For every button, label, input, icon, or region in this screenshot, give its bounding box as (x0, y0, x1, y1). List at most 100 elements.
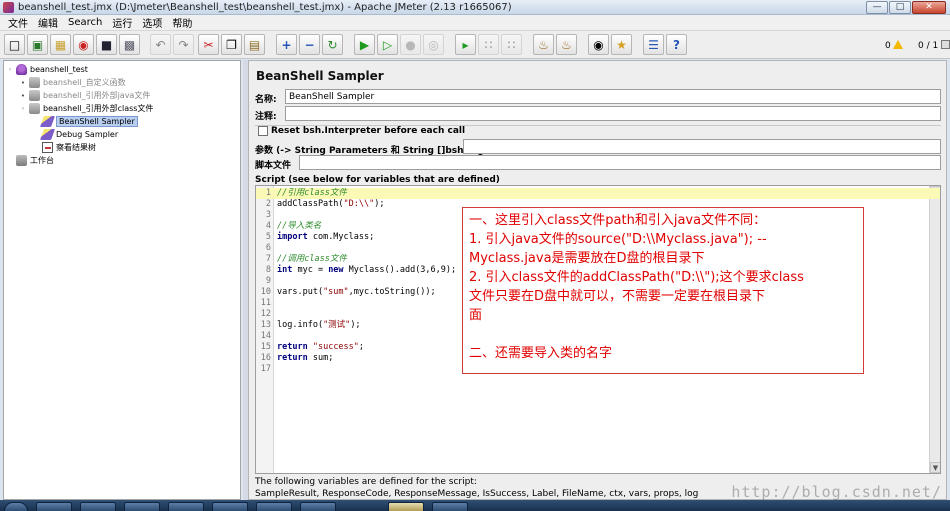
tree-node-label: beanshell_引用外部java文件 (43, 91, 151, 100)
name-field[interactable]: BeanShell Sampler (285, 89, 941, 104)
maximize-button[interactable]: □ (889, 1, 911, 14)
tree-node-label: 察看结果树 (56, 143, 96, 152)
comment-label: 注释: (255, 112, 277, 122)
redo-icon[interactable]: ↷ (173, 34, 194, 55)
remote-stop-icon[interactable]: ∷ (478, 34, 499, 55)
paste-icon[interactable]: ▤ (244, 34, 265, 55)
close-button[interactable]: ✕ (912, 1, 946, 14)
line-number: 8 (265, 265, 271, 275)
tree-node[interactable]: 察看结果树 (32, 141, 96, 154)
start-button[interactable] (4, 502, 28, 511)
annotation-line: 文件只要在D盘中就可以，不需要一定要在根目录下 (469, 289, 766, 304)
taskbar-item[interactable] (36, 502, 72, 511)
menu-search[interactable]: Search (63, 17, 107, 28)
tree-node-label: beanshell_test (30, 65, 88, 74)
tree-node-label: BeanShell Sampler (56, 116, 138, 127)
tree-node[interactable]: Debug Sampler (32, 128, 118, 141)
tree-toggle-icon[interactable]: • (19, 79, 27, 87)
minimize-button[interactable]: — (866, 1, 888, 14)
code-text: return sum; (277, 353, 334, 363)
tree-node[interactable]: • beanshell_自定义函数 (19, 76, 126, 89)
menu-edit[interactable]: 编辑 (33, 15, 63, 30)
script-editor[interactable]: ▲ ▼ 1//引用class文件2addClassPath("D:\\");34… (255, 185, 941, 474)
copy-icon[interactable]: ❐ (221, 34, 242, 55)
menu-file[interactable]: 文件 (3, 15, 33, 30)
taskbar-item[interactable] (212, 502, 248, 511)
tree-node[interactable]: ◦ beanshell_test (6, 63, 88, 76)
tree-node[interactable]: BeanShell Sampler (32, 115, 138, 128)
taskbar-item-jmeter[interactable] (388, 502, 424, 511)
menu-options[interactable]: 选项 (137, 15, 167, 30)
cut-icon[interactable]: ✂ (198, 34, 219, 55)
new-icon[interactable]: □ (4, 34, 25, 55)
line-number: 16 (260, 353, 271, 363)
close-icon[interactable]: ◉ (73, 34, 94, 55)
templates-icon[interactable]: ▣ (27, 34, 48, 55)
search-icon[interactable]: ◉ (588, 34, 609, 55)
warning-icon[interactable] (892, 40, 903, 49)
window-title: beanshell_test.jmx (D:\Jmeter\Beanshell_… (18, 1, 512, 13)
tree-toggle-icon[interactable]: ◦ (19, 105, 27, 113)
shutdown-icon[interactable]: ◎ (423, 34, 444, 55)
taskbar-item[interactable] (300, 502, 336, 511)
toggle-icon[interactable]: ↻ (322, 34, 343, 55)
panel-title: BeanShell Sampler (256, 69, 384, 83)
code-text: int myc = new Myclass().add(3,6,9); (277, 265, 457, 275)
line-number: 17 (260, 364, 271, 374)
tree-node[interactable]: ◦ beanshell_引用外部class文件 (19, 102, 153, 115)
taskbar-item[interactable] (432, 502, 468, 511)
taskbar (0, 500, 950, 511)
tree-node-label: beanshell_自定义函数 (43, 78, 126, 87)
watermark: http://blog.csdn.net/ (731, 483, 942, 501)
warning-count: 0 (885, 40, 903, 51)
start-no-pause-icon[interactable]: ▷ (377, 34, 398, 55)
line-number: 14 (260, 331, 271, 341)
thread-group-icon (29, 103, 40, 114)
comment-field[interactable] (285, 106, 941, 121)
taskbar-item[interactable] (80, 502, 116, 511)
annotation-line: 面 (469, 308, 483, 323)
test-plan-icon (16, 64, 27, 75)
annotation-line: 2. 引入class文件的addClassPath("D:\\");这个要求cl… (469, 270, 804, 285)
parameters-field[interactable] (463, 139, 941, 154)
collapse-icon[interactable]: − (299, 34, 320, 55)
tree-toggle-icon[interactable]: • (19, 92, 27, 100)
remote-start-icon[interactable]: ▸ (455, 34, 476, 55)
script-file-field[interactable] (299, 155, 941, 170)
code-text: vars.put("sum",myc.toString()); (277, 287, 436, 297)
sampler-icon (39, 129, 56, 140)
annotation-line: 一、这里引入class文件path和引入java文件不同： (469, 213, 767, 228)
function-helper-icon[interactable]: ☰ (643, 34, 664, 55)
thread-count-text: 0 / 1 (918, 41, 939, 51)
menu-run[interactable]: 运行 (107, 15, 137, 30)
annotation-callout: 一、这里引入class文件path和引入java文件不同： 1. 引入java文件… (462, 207, 864, 374)
taskbar-item[interactable] (256, 502, 292, 511)
scroll-down-icon[interactable]: ▼ (930, 462, 940, 473)
beanshell-sampler-panel: BeanShell Sampler 名称: BeanShell Sampler … (248, 60, 947, 500)
help-icon[interactable]: ? (666, 34, 687, 55)
taskbar-item[interactable] (124, 502, 160, 511)
tree-node[interactable]: 工作台 (6, 154, 54, 167)
expand-icon[interactable]: + (276, 34, 297, 55)
save-icon[interactable]: ■ (96, 34, 117, 55)
tree-node[interactable]: • beanshell_引用外部java文件 (19, 89, 150, 102)
tree-toggle-icon[interactable]: ◦ (6, 66, 14, 74)
remote-shutdown-icon[interactable]: ∷ (501, 34, 522, 55)
stop-icon[interactable]: ● (400, 34, 421, 55)
line-number: 1 (265, 188, 271, 198)
line-number: 9 (265, 276, 271, 286)
tree-node-label: 工作台 (30, 156, 54, 165)
reset-interpreter-checkbox[interactable] (258, 126, 268, 136)
script-file-label: 脚本文件 (255, 161, 292, 171)
save-as-icon[interactable]: ▩ (119, 34, 140, 55)
taskbar-item[interactable] (168, 502, 204, 511)
reset-search-icon[interactable]: ★ (611, 34, 632, 55)
test-plan-tree: ◦ beanshell_test • beanshell_自定义函数 • beanshel… (3, 60, 241, 500)
undo-icon[interactable]: ↶ (150, 34, 171, 55)
clear-all-icon[interactable]: ♨ (556, 34, 577, 55)
open-icon[interactable]: ▦ (50, 34, 71, 55)
clear-icon[interactable]: ♨ (533, 34, 554, 55)
jmeter-app-icon (3, 1, 14, 13)
start-icon[interactable]: ▶ (354, 34, 375, 55)
menu-help[interactable]: 帮助 (167, 15, 197, 30)
